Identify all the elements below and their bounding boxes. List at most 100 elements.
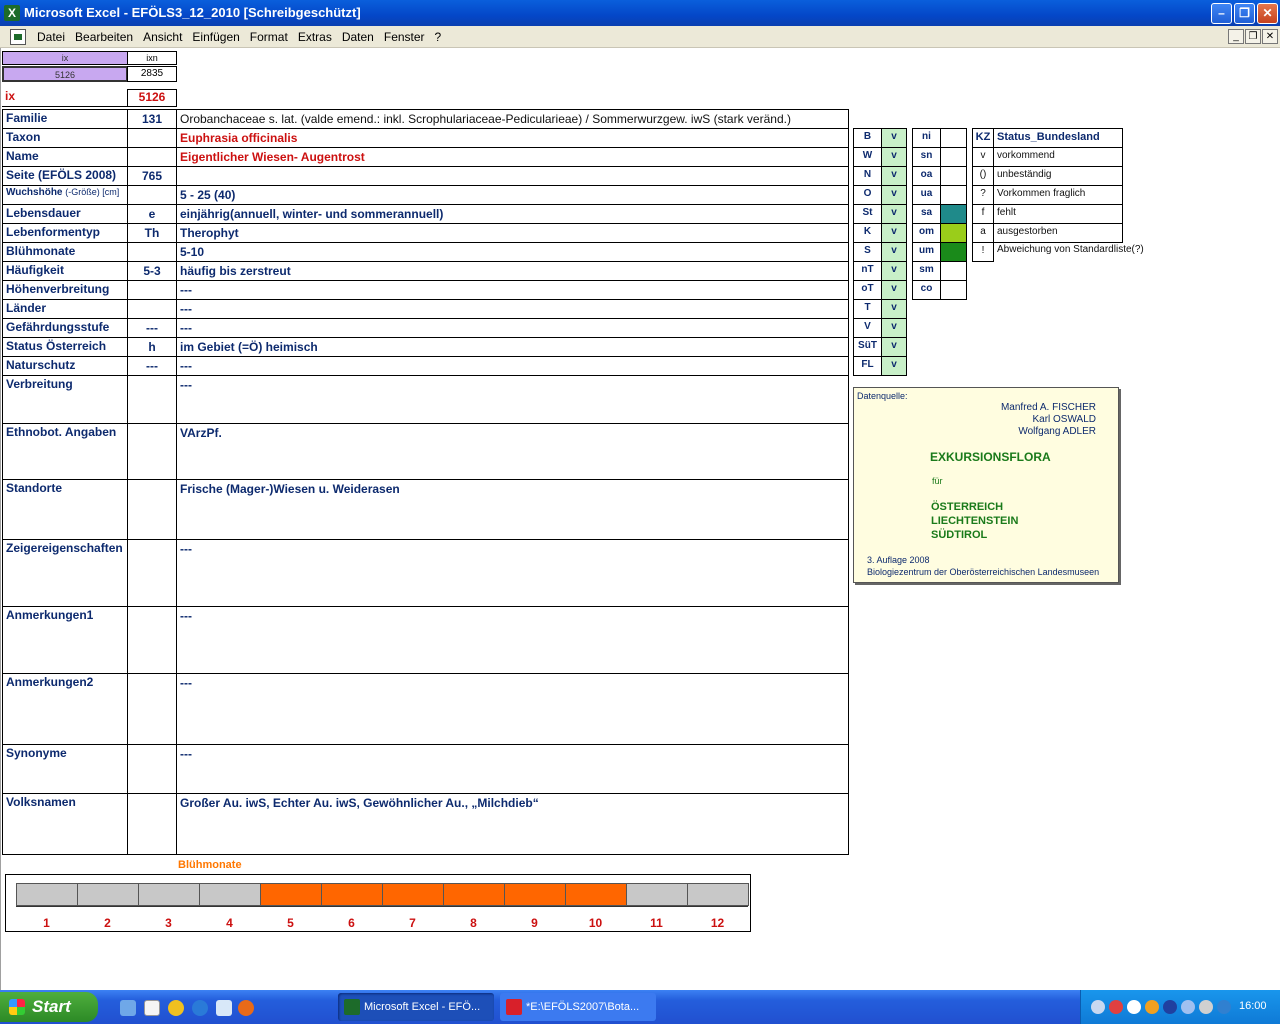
row-code[interactable] [127,793,177,855]
ixn-header[interactable]: ixn [127,51,177,65]
region-status[interactable]: v [881,166,907,186]
region-status[interactable]: v [881,318,907,338]
region-status[interactable]: v [881,185,907,205]
security-icon[interactable] [1145,1000,1159,1014]
doc-restore-button[interactable]: ❐ [1245,29,1261,44]
menu-3[interactable]: Einfügen [187,30,244,44]
row-label[interactable]: Lebensdauer [2,204,128,224]
legend-text[interactable]: fehlt [993,204,1123,224]
start-button[interactable]: Start [0,992,98,1022]
row-code[interactable]: --- [127,318,177,338]
zone-swatch[interactable] [940,128,967,148]
row-label[interactable]: Häufigkeit [2,261,128,281]
info-icon[interactable] [1217,1000,1231,1014]
row-value[interactable]: 5 - 25 (40) [176,185,849,205]
region-code[interactable]: SüT [853,337,882,357]
row-label[interactable]: Synonyme [2,744,128,794]
row-value[interactable]: im Gebiet (=Ö) heimisch [176,337,849,357]
internet-explorer-icon[interactable] [192,1000,208,1016]
zone-swatch[interactable] [940,242,967,262]
zone-code[interactable]: ua [912,185,941,205]
row-code[interactable] [127,744,177,794]
search-icon[interactable] [1127,1000,1141,1014]
zone-swatch[interactable] [940,223,967,243]
menu-8[interactable]: ? [430,30,447,44]
network-icon[interactable] [1091,1000,1105,1014]
region-status[interactable]: v [881,242,907,262]
zone-code[interactable]: ni [912,128,941,148]
region-status[interactable]: v [881,223,907,243]
menu-1[interactable]: Bearbeiten [70,30,138,44]
row-label[interactable]: Verbreitung [2,375,128,424]
legend-header-text[interactable]: Status_Bundesland [993,128,1123,148]
row-code[interactable]: Th [127,223,177,243]
zone-swatch[interactable] [940,280,967,300]
excel-app-icon[interactable]: X [4,5,20,21]
media-player-icon[interactable] [168,1000,184,1016]
minimize-button[interactable]: – [1211,3,1232,24]
menu-2[interactable]: Ansicht [138,30,187,44]
row-label[interactable]: Wuchshöhe (-Größe) [cm] [2,185,128,205]
row-label[interactable]: Zeigereigenschaften [2,539,128,607]
row-label[interactable]: Naturschutz [2,356,128,376]
close-button[interactable]: ✕ [1257,3,1278,24]
row-code[interactable]: --- [127,356,177,376]
region-status[interactable]: v [881,204,907,224]
doc-minimize-button[interactable]: _ [1228,29,1244,44]
row-value[interactable]: --- [176,280,849,300]
region-code[interactable]: T [853,299,882,319]
row-label[interactable]: Standorte [2,479,128,540]
region-status[interactable]: v [881,337,907,357]
legend-text[interactable]: vorkommend [993,147,1123,167]
row-label[interactable]: Höhenverbreitung [2,280,128,300]
menu-4[interactable]: Format [245,30,293,44]
legend-text[interactable]: Abweichung von Standardliste(?) [993,242,1144,262]
volume-muted-icon[interactable] [1109,1000,1123,1014]
row-value[interactable]: --- [176,356,849,376]
row-value[interactable]: --- [176,375,849,424]
region-status[interactable]: v [881,261,907,281]
region-status[interactable]: v [881,147,907,167]
row-value[interactable] [176,166,849,186]
region-code[interactable]: FL [853,356,882,376]
explorer-icon[interactable] [144,1000,160,1016]
row-code[interactable] [127,128,177,148]
row-label[interactable]: Name [2,147,128,167]
row-code[interactable]: 131 [127,109,177,129]
row-value[interactable]: Eigentlicher Wiesen- Augentrost [176,147,849,167]
row-code[interactable] [127,375,177,424]
desktop-icon[interactable] [120,1000,136,1016]
zone-code[interactable]: um [912,242,941,262]
row-value[interactable]: Orobanchaceae s. lat. (valde emend.: ink… [176,109,849,129]
row-value[interactable]: Euphrasia officinalis [176,128,849,148]
zone-swatch[interactable] [940,204,967,224]
legend-code[interactable]: f [972,204,994,224]
region-status[interactable]: v [881,299,907,319]
row-value[interactable]: --- [176,606,849,674]
region-code[interactable]: V [853,318,882,338]
ixn-value-cell[interactable]: 2835 [127,66,177,82]
region-code[interactable]: nT [853,261,882,281]
row-label[interactable]: Familie [2,109,128,129]
menu-7[interactable]: Fenster [379,30,430,44]
legend-text[interactable]: unbeständig [993,166,1123,186]
legend-text[interactable]: ausgestorben [993,223,1123,243]
region-code[interactable]: B [853,128,882,148]
row-value[interactable]: VArzPf. [176,423,849,480]
zone-code[interactable]: om [912,223,941,243]
update-icon[interactable] [1199,1000,1213,1014]
row-label[interactable]: Seite (EFÖLS 2008) [2,166,128,186]
row-code[interactable] [127,606,177,674]
workbook-icon[interactable] [10,29,26,45]
row-code[interactable] [127,539,177,607]
zone-swatch[interactable] [940,185,967,205]
row-value[interactable]: --- [176,539,849,607]
zone-code[interactable]: sa [912,204,941,224]
row-value[interactable]: 5-10 [176,242,849,262]
menu-6[interactable]: Daten [337,30,379,44]
legend-code[interactable]: a [972,223,994,243]
row-label[interactable]: Anmerkungen2 [2,673,128,745]
row-code[interactable] [127,280,177,300]
region-code[interactable]: oT [853,280,882,300]
zone-code[interactable]: sm [912,261,941,281]
